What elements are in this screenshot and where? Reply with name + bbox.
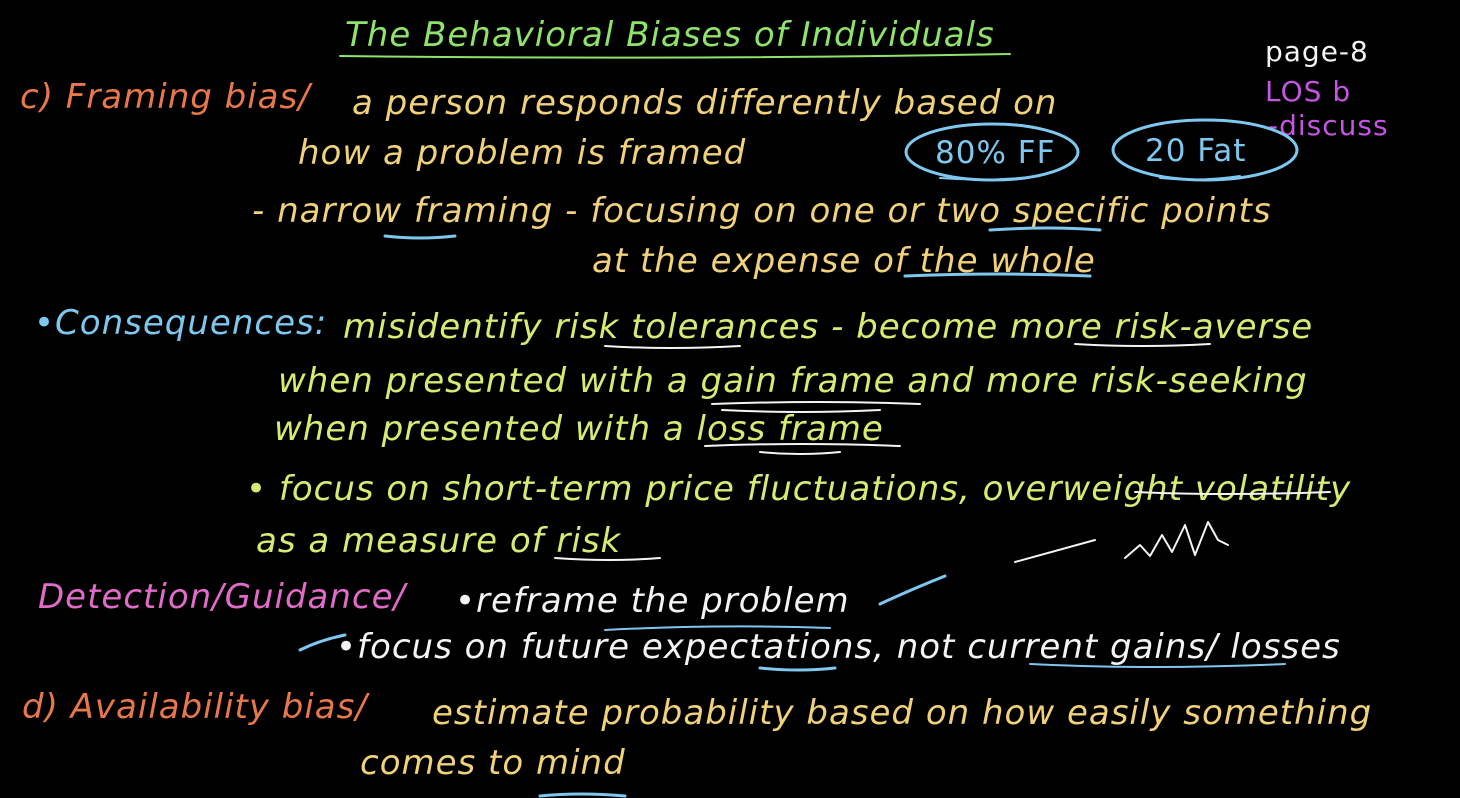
framing-definition-line1: a person responds differently based on: [352, 83, 1058, 123]
framing-definition-line2: how a problem is framed: [298, 133, 747, 173]
underline-expectations: [758, 666, 837, 672]
consequences-line2: when presented with a gain frame and mor…: [278, 361, 1308, 401]
page-number: page-8: [1265, 35, 1369, 68]
availability-line2: comes to mind: [360, 743, 626, 783]
detection-line1: •reframe the problem: [455, 581, 850, 621]
page-title: The Behavioral Biases of Individuals: [345, 15, 995, 55]
consequences-label: •Consequences:: [34, 303, 328, 343]
consequences-line4: • focus on short-term price fluctuations…: [246, 469, 1352, 509]
underline-loss-frame-2: [759, 451, 841, 455]
detection-guidance-label: Detection/Guidance/: [38, 577, 406, 617]
example-20-percent-fat: 20 Fat: [1145, 133, 1247, 169]
underline-20-fat: [1159, 175, 1241, 181]
framing-bias-label: c) Framing bias/: [20, 77, 311, 117]
availability-line1: estimate probability based on how easily…: [432, 693, 1373, 733]
consequences-line5: as a measure of risk: [256, 521, 622, 561]
availability-bias-label: d) Availability bias/: [22, 687, 368, 727]
consequences-line1: misidentify risk tolerances - become mor…: [343, 307, 1314, 347]
underline-narrow: [383, 234, 457, 240]
underline-gain-frame: [711, 401, 921, 405]
detection-line2: •focus on future expectations, not curre…: [336, 627, 1341, 667]
volatility-squiggle: [1124, 521, 1229, 559]
underline-mind: [538, 792, 627, 798]
los-note: LOS b: [1265, 75, 1352, 108]
check-reframe: [878, 574, 947, 606]
consequences-line3: when presented with a loss frame: [274, 409, 884, 449]
example-80-percent-fat-free: 80% FF: [935, 135, 1056, 171]
discuss-note: -discuss: [1268, 109, 1389, 142]
flat-line-sketch: [1014, 539, 1096, 563]
narrow-framing-line1: - narrow framing - focusing on one or tw…: [252, 191, 1272, 231]
underline-80-ff: [939, 175, 1041, 181]
narrow-framing-line2: at the expense of the whole: [592, 241, 1096, 281]
